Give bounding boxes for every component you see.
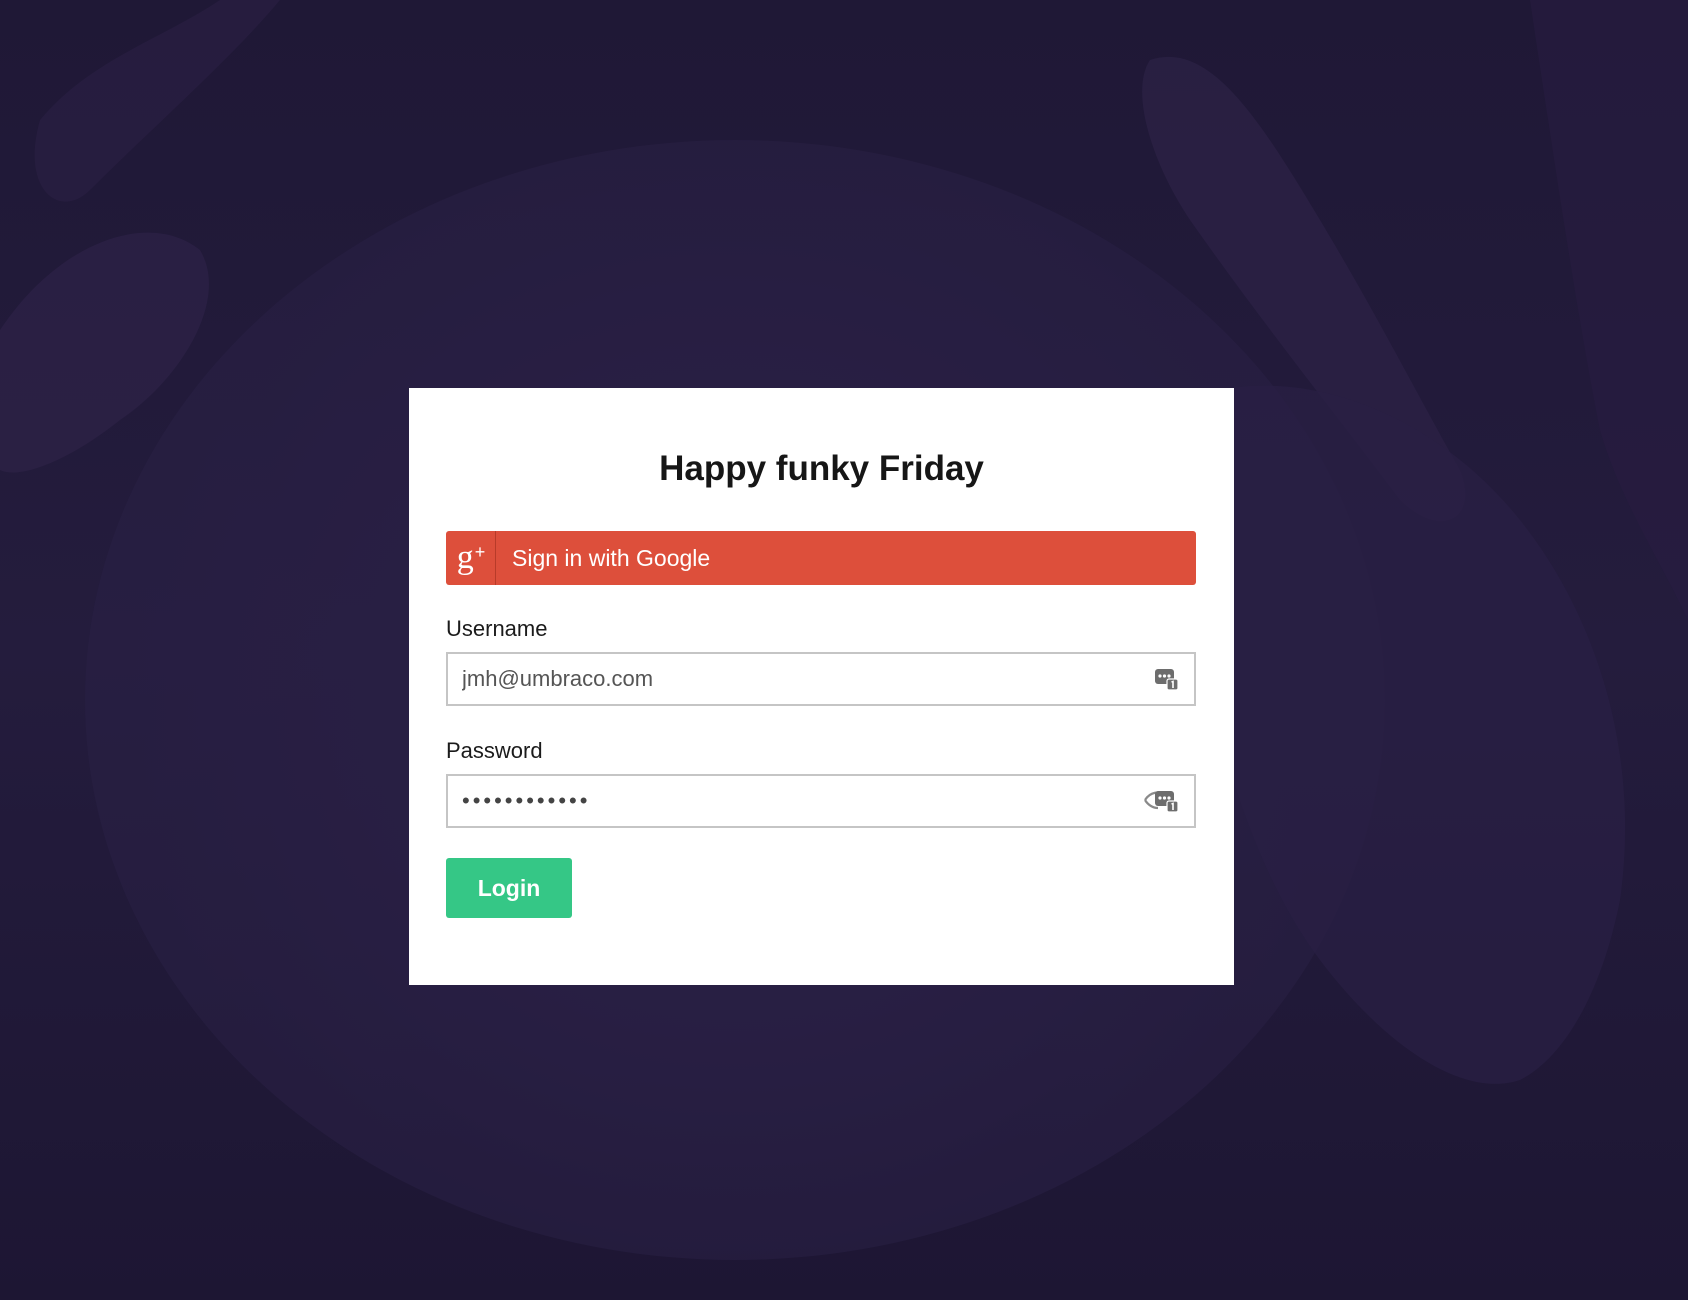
login-button[interactable]: Login — [446, 858, 572, 918]
username-field — [446, 652, 1196, 706]
google-plus-icon-plus: + — [474, 541, 486, 562]
google-plus-icon-letter: g — [456, 539, 474, 576]
google-sign-in-button[interactable]: g + Sign in with Google — [446, 531, 1196, 585]
google-sign-in-label: Sign in with Google — [512, 544, 711, 571]
password-manager-icon[interactable] — [1154, 666, 1180, 692]
page-title: Happy funky Friday — [659, 449, 984, 488]
google-plus-icon: g + — [446, 531, 496, 585]
username-label: Username — [446, 616, 548, 641]
password-label: Password — [446, 738, 543, 763]
username-input[interactable] — [448, 654, 1102, 704]
login-card: Happy funky Friday g + Sign in with Googl… — [409, 388, 1234, 985]
password-manager-icon[interactable] — [1154, 788, 1180, 814]
password-field — [446, 774, 1196, 828]
password-input[interactable] — [448, 776, 1102, 826]
